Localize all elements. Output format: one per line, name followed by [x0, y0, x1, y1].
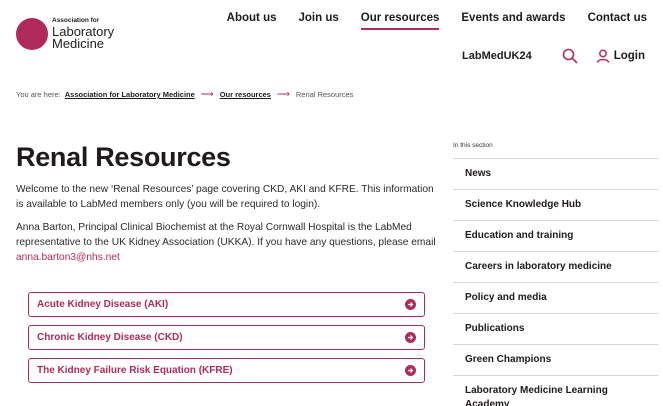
accordion-list: Acute Kidney Disease (AKI) Chronic Kidne… — [28, 292, 425, 391]
page-title: Renal Resources — [16, 142, 231, 172]
accordion-label: Acute Kidney Disease (AKI) — [37, 299, 169, 310]
breadcrumb-lead: You are here: — [16, 90, 61, 99]
contact-paragraph: Anna Barton, Principal Clinical Biochemi… — [16, 220, 436, 265]
section-sidebar: In this section News Science Knowledge H… — [453, 142, 658, 406]
sidebar-item-careers[interactable]: Careers in laboratory medicine — [453, 252, 658, 283]
logo-mark — [16, 18, 48, 50]
nav-events-and-awards[interactable]: Events and awards — [461, 12, 565, 30]
accordion-label: The Kidney Failure Risk Equation (KFRE) — [37, 365, 233, 376]
sidebar-item-policy-and-media[interactable]: Policy and media — [453, 283, 658, 314]
nav-about-us[interactable]: About us — [227, 12, 277, 30]
breadcrumb-current: Renal Resources — [295, 90, 354, 99]
arrow-right-icon: ⟶ — [200, 89, 214, 99]
arrow-circle-icon — [405, 365, 416, 376]
event-link[interactable]: LabMedUK24 — [462, 50, 532, 62]
site-logo[interactable]: Association for Laboratory Medicine — [16, 18, 114, 50]
user-icon — [596, 49, 609, 63]
logo-line-2: Medicine — [52, 35, 105, 51]
accordion-kfre[interactable]: The Kidney Failure Risk Equation (KFRE) — [28, 358, 425, 383]
search-icon[interactable] — [562, 48, 578, 64]
arrow-circle-icon — [405, 332, 416, 343]
login-button[interactable]: Login — [596, 49, 645, 63]
main-nav: About us Join us Our resources Events an… — [205, 12, 647, 30]
accordion-aki[interactable]: Acute Kidney Disease (AKI) — [28, 292, 425, 317]
sidebar-item-news[interactable]: News — [453, 159, 658, 190]
sidebar-item-green-champions[interactable]: Green Champions — [453, 345, 658, 376]
sidebar-item-science-knowledge-hub[interactable]: Science Knowledge Hub — [453, 190, 658, 221]
breadcrumb-home[interactable]: Association for Laboratory Medicine — [65, 90, 195, 99]
breadcrumb: You are here: Association for Laboratory… — [16, 89, 353, 100]
logo-wordmark: Association for Laboratory Medicine — [52, 18, 114, 50]
accordion-label: Chronic Kidney Disease (CKD) — [37, 332, 183, 343]
contact-text: Anna Barton, Principal Clinical Biochemi… — [16, 222, 436, 248]
contact-email-link[interactable]: anna.barton3@nhs.net — [16, 252, 120, 263]
nav-contact-us[interactable]: Contact us — [588, 12, 647, 30]
arrow-right-icon: ⟶ — [276, 89, 290, 99]
login-label: Login — [613, 50, 645, 62]
sidebar-item-education-and-training[interactable]: Education and training — [453, 221, 658, 252]
breadcrumb-our-resources[interactable]: Our resources — [220, 90, 271, 99]
intro-paragraph: Welcome to the new ‘Renal Resources’ pag… — [16, 184, 434, 210]
sidebar-item-publications[interactable]: Publications — [453, 314, 658, 345]
main-content: Renal Resources Welcome to the new ‘Rena… — [16, 140, 436, 265]
sidebar-item-learning-academy[interactable]: Laboratory Medicine Learning Academy — [453, 376, 658, 406]
arrow-circle-icon — [405, 299, 416, 310]
accordion-ckd[interactable]: Chronic Kidney Disease (CKD) — [28, 325, 425, 350]
nav-our-resources[interactable]: Our resources — [360, 12, 440, 30]
utility-bar: LabMedUK24 Login — [462, 48, 645, 64]
sidebar-heading: In this section — [453, 142, 658, 159]
nav-join-us[interactable]: Join us — [299, 12, 339, 30]
